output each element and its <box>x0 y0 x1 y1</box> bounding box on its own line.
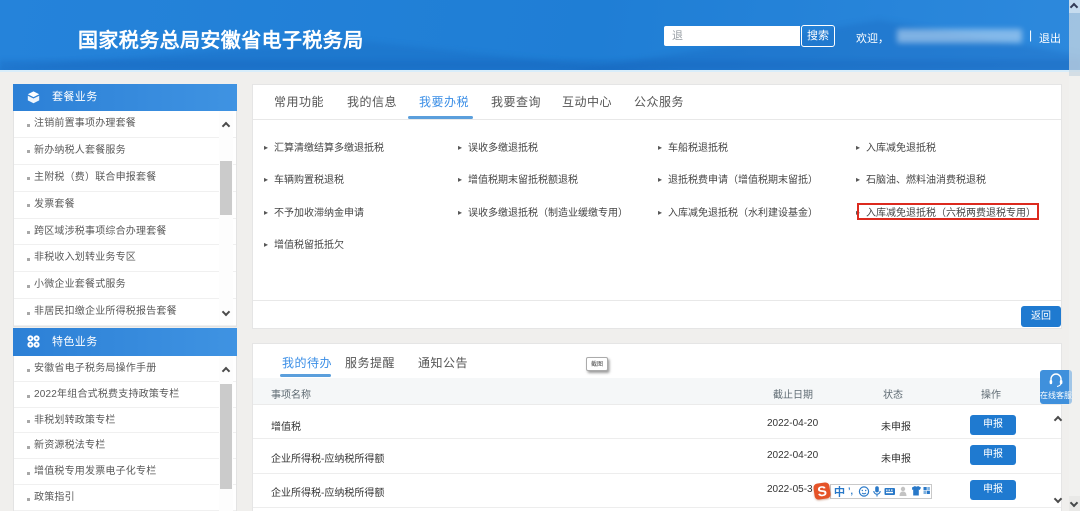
svg-text:’,: ’, <box>848 486 853 496</box>
svg-text:中: 中 <box>834 485 845 498</box>
